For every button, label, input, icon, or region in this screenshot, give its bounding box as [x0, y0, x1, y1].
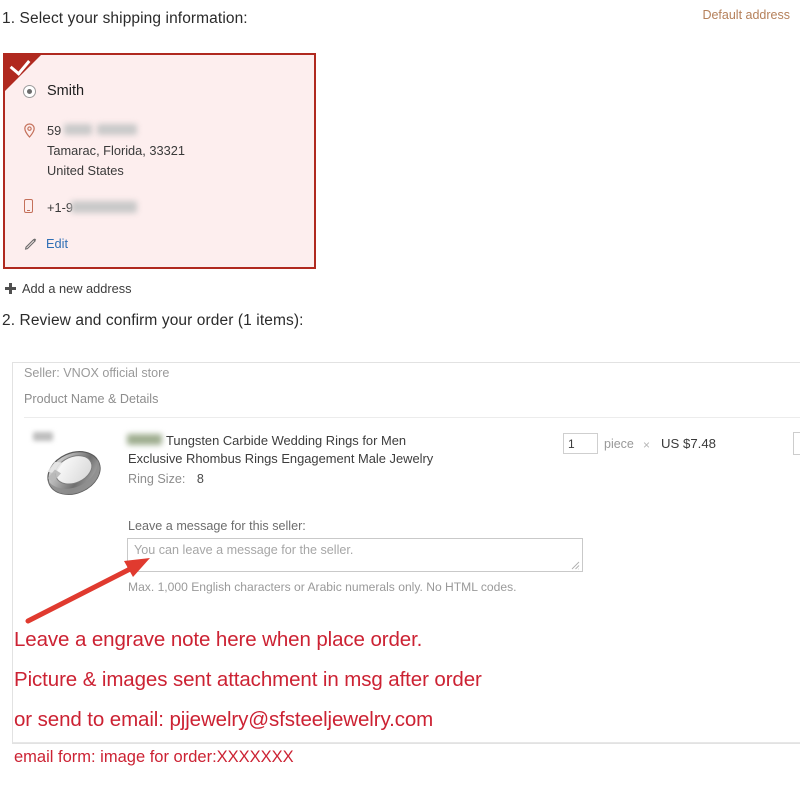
redacted-street-part-2	[97, 124, 137, 135]
quantity-unit-label: piece	[604, 437, 634, 451]
redacted-street-part-1	[64, 124, 92, 135]
default-address-badge: Default address	[702, 8, 790, 22]
panel-divider	[24, 417, 800, 418]
mobile-phone-icon	[24, 199, 33, 213]
address-city-state-zip: Tamarac, Florida, 33321	[47, 143, 185, 158]
plus-icon	[5, 283, 16, 294]
multiply-symbol: ×	[643, 438, 651, 452]
product-title[interactable]: Tungsten Carbide Wedding Rings for Men E…	[128, 432, 448, 468]
annotation-line-1: Leave a engrave note here when place ord…	[14, 628, 423, 651]
product-column-header: Product Name & Details	[24, 392, 159, 406]
annotation-line-2: Picture & images sent attachment in msg …	[14, 668, 482, 691]
clipped-total-field[interactable]	[793, 432, 800, 455]
add-new-address-label: Add a new address	[22, 281, 132, 296]
seller-message-input[interactable]	[127, 538, 583, 572]
address-radio-selected[interactable]	[23, 85, 36, 98]
recipient-name: Smith	[47, 83, 85, 99]
address-country: United States	[47, 163, 124, 178]
address-phone: +1-9	[47, 200, 73, 215]
product-attribute-ring-size: Ring Size: 8	[128, 472, 204, 486]
page-title-shipping: 1. Select your shipping information:	[2, 10, 248, 27]
map-pin-icon	[24, 123, 35, 138]
ring-size-label: Ring Size:	[128, 472, 186, 486]
page-title-order: 2. Review and confirm your order (1 item…	[2, 312, 304, 329]
annotation-line-3: or send to email: pjjewelry@sfsteeljewel…	[14, 708, 434, 731]
redacted-phone-number	[71, 201, 137, 213]
add-new-address-button[interactable]: Add a new address	[5, 281, 132, 296]
annotation-line-4: email form: image for order:XXXXXXX	[14, 748, 294, 766]
redacted-product-logo	[33, 432, 53, 441]
quantity-input[interactable]	[563, 433, 598, 454]
seller-name: Seller: VNOX official store	[24, 366, 170, 380]
edit-address-link[interactable]: Edit	[46, 236, 68, 251]
unit-price: US $7.48	[661, 436, 716, 451]
pencil-icon[interactable]	[24, 236, 38, 250]
address-street: 59	[47, 123, 62, 138]
message-character-hint: Max. 1,000 English characters or Arabic …	[128, 580, 517, 594]
ring-size-value: 8	[196, 472, 204, 486]
panel-divider-bottom	[13, 742, 800, 743]
product-image[interactable]	[34, 437, 114, 509]
seller-message-label: Leave a message for this seller:	[128, 519, 306, 533]
